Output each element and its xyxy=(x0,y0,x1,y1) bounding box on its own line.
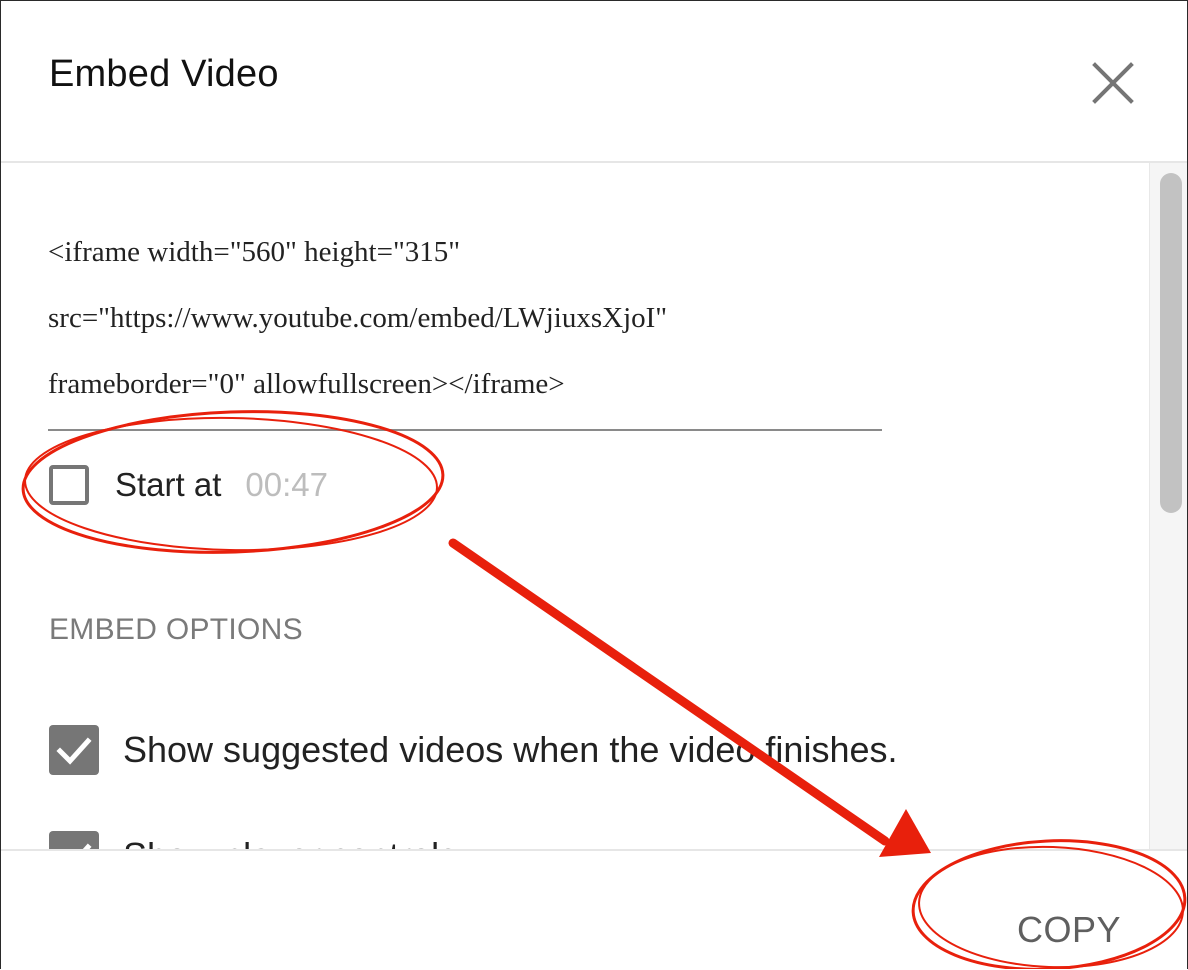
embed-code-line: src="https://www.youtube.com/embed/LWjiu… xyxy=(48,302,668,334)
suggested-videos-label: Show suggested videos when the video fin… xyxy=(123,729,898,770)
dialog-footer: COPY xyxy=(1,849,1187,969)
scrollbar-track[interactable] xyxy=(1149,163,1187,849)
option-suggested-videos: Show suggested videos when the video fin… xyxy=(49,725,898,775)
embed-video-dialog: Embed Video <iframe width="560" height="… xyxy=(0,0,1188,969)
start-at-checkbox[interactable] xyxy=(49,465,89,505)
dialog-title: Embed Video xyxy=(49,53,279,95)
player-controls-checkbox[interactable] xyxy=(49,831,99,849)
copy-button[interactable]: COPY xyxy=(1017,909,1121,951)
embed-options-title: EMBED OPTIONS xyxy=(49,613,303,646)
start-at-time[interactable]: 00:47 xyxy=(245,466,328,504)
start-at-row: Start at 00:47 xyxy=(49,459,328,511)
suggested-videos-checkbox[interactable] xyxy=(49,725,99,775)
checkmark-icon xyxy=(82,843,92,849)
start-at-label: Start at xyxy=(115,466,222,503)
embed-code-field[interactable]: <iframe width="560" height="315" src="ht… xyxy=(48,219,882,431)
close-icon[interactable] xyxy=(1087,57,1139,109)
dialog-header: Embed Video xyxy=(1,1,1187,163)
scrollbar-thumb[interactable] xyxy=(1160,173,1182,513)
option-player-controls: Show player controls. xyxy=(49,831,467,849)
dialog-body: <iframe width="560" height="315" src="ht… xyxy=(1,163,1149,849)
embed-code-line: frameborder="0" allowfullscreen></iframe… xyxy=(48,368,565,400)
player-controls-label: Show player controls. xyxy=(123,835,467,849)
checkmark-icon xyxy=(56,737,92,765)
embed-code-line: <iframe width="560" height="315" xyxy=(48,236,461,268)
